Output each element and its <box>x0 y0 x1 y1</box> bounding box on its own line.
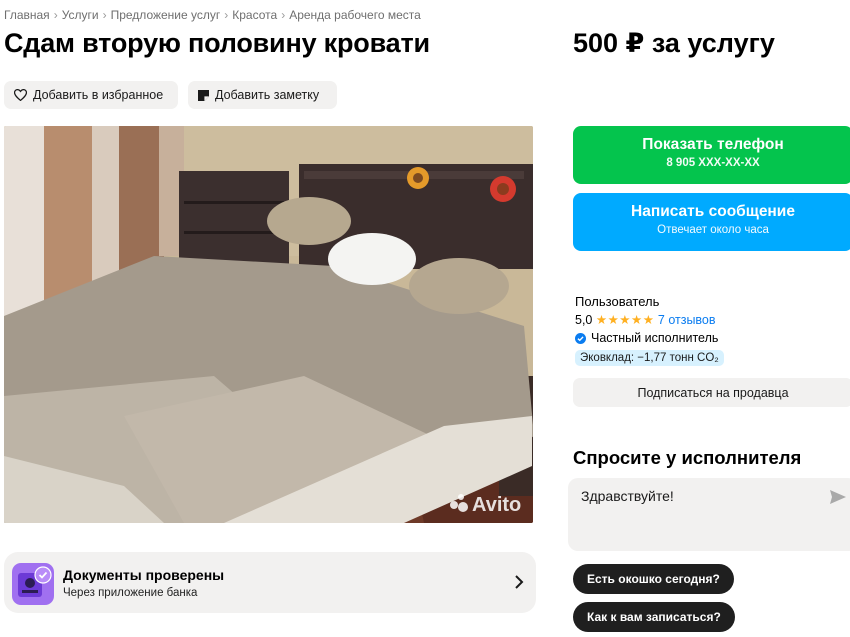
seller-info: Пользователь 5,0 ★★★★★ 7 отзывов Частный… <box>575 293 724 366</box>
add-to-favorites-label: Добавить в избранное <box>33 88 164 102</box>
seller-rating: 5,0 ★★★★★ 7 отзывов <box>575 311 724 329</box>
response-time: Отвечает около часа <box>657 224 769 236</box>
chevron-right-icon <box>515 575 524 589</box>
documents-verified-banner[interactable]: Документы проверены Через приложение бан… <box>4 552 536 613</box>
avito-watermark: Avito <box>472 494 521 516</box>
add-to-favorites-button[interactable]: Добавить в избранное <box>4 81 178 109</box>
reviews-link[interactable]: 7 отзывов <box>658 313 716 327</box>
seller-name[interactable]: Пользователь <box>575 293 724 311</box>
send-icon[interactable] <box>830 490 846 504</box>
ask-message-input[interactable]: Здравствуйте! <box>568 478 850 551</box>
show-phone-button[interactable]: Показать телефон 8 905 XXX-XX-XX <box>573 126 850 184</box>
add-note-button[interactable]: Добавить заметку <box>188 81 337 109</box>
add-note-label: Добавить заметку <box>215 88 320 102</box>
write-message-button[interactable]: Написать сообщение Отвечает около часа <box>573 193 850 251</box>
breadcrumb-separator: › <box>102 8 107 22</box>
subscribe-seller-button[interactable]: Подписаться на продавца <box>573 378 850 407</box>
masked-phone: 8 905 XXX-XX-XX <box>666 157 760 169</box>
write-message-label: Написать сообщение <box>631 203 795 220</box>
quick-question-button[interactable]: Есть окошко сегодня? <box>573 564 734 594</box>
breadcrumb-separator: › <box>281 8 286 22</box>
ask-section-title: Спросите у исполнителя <box>573 447 802 468</box>
note-icon <box>198 89 209 101</box>
seller-type-label: Частный исполнитель <box>591 331 719 345</box>
star-icons: ★★★★★ <box>595 313 655 327</box>
page-title: Сдам вторую половину кровати <box>4 28 430 58</box>
show-phone-label: Показать телефон <box>642 136 784 153</box>
breadcrumb-link[interactable]: Услуги <box>62 8 99 22</box>
breadcrumb-separator: › <box>224 8 229 22</box>
seller-type: Частный исполнитель <box>575 329 724 347</box>
price: 500 ₽ за услугу <box>573 28 775 58</box>
quick-question-button[interactable]: Как к вам записаться? <box>573 602 735 632</box>
ask-message-text: Здравствуйте! <box>581 488 674 504</box>
breadcrumb: Главная › Услуги › Предложение услуг › Красота… <box>4 8 421 22</box>
heart-icon <box>14 89 27 101</box>
verified-check-icon <box>575 332 586 344</box>
listing-photo[interactable]: Avito <box>4 126 533 523</box>
eco-badge[interactable]: Эковклад: −1,77 тонн CO₂ <box>575 350 724 366</box>
breadcrumb-separator: › <box>53 8 58 22</box>
documents-subtitle: Через приложение банка <box>63 587 198 599</box>
rating-value: 5,0 <box>575 313 593 327</box>
breadcrumb-link[interactable]: Предложение услуг <box>111 8 221 22</box>
document-badge-icon <box>12 563 54 605</box>
documents-title: Документы проверены <box>63 567 225 583</box>
breadcrumb-link[interactable]: Аренда рабочего места <box>289 8 421 22</box>
breadcrumb-link[interactable]: Красота <box>232 8 277 22</box>
breadcrumb-link[interactable]: Главная <box>4 8 50 22</box>
